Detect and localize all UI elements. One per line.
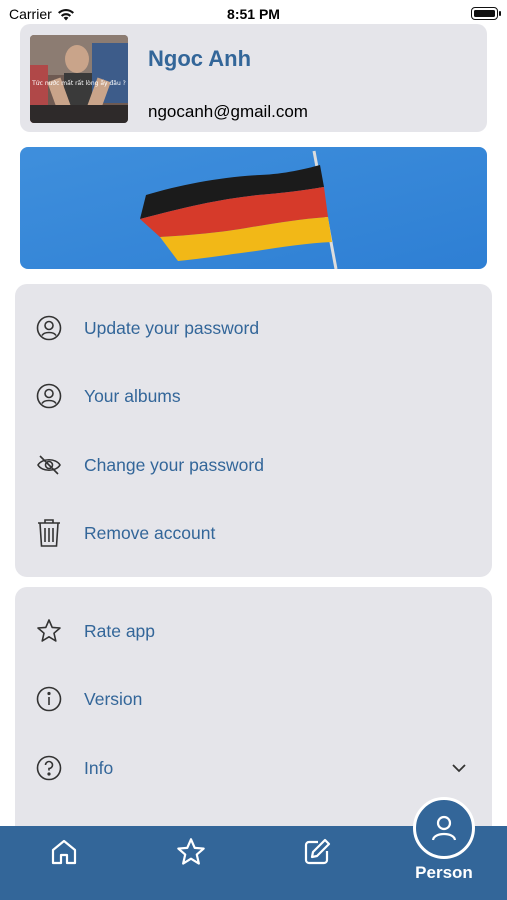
trash-icon [35, 519, 63, 547]
person-circle-icon [35, 314, 63, 342]
person-circle-icon [35, 382, 63, 410]
chevron-down-icon[interactable] [450, 759, 468, 777]
star-icon [35, 617, 63, 645]
menu-item-label: Info [84, 757, 114, 778]
question-circle-icon [35, 754, 63, 782]
account-menu-card: Update your password Your albums Change … [15, 284, 492, 577]
menu-item-label: Remove account [84, 522, 216, 543]
menu-item-update-password[interactable]: Update your password [15, 294, 492, 362]
eye-slash-icon [35, 451, 63, 479]
menu-item-change-password[interactable]: Change your password [15, 431, 492, 499]
person-icon [431, 815, 457, 841]
banner-image [20, 147, 487, 269]
tab-favorites[interactable] [171, 832, 211, 872]
menu-item-label: Your albums [84, 385, 181, 406]
menu-item-version[interactable]: Version [15, 665, 492, 733]
menu-item-label: Update your password [84, 317, 260, 338]
battery-icon [471, 7, 501, 20]
avatar[interactable]: Tức nước mất rất lòng ấy đâu ? [30, 35, 128, 123]
menu-item-label: Version [84, 688, 143, 709]
tab-person[interactable] [413, 797, 475, 859]
profile-name: Ngoc Anh [148, 46, 252, 71]
menu-item-label: Change your password [84, 454, 264, 475]
menu-item-your-albums[interactable]: Your albums [15, 362, 492, 430]
menu-item-label: Rate app [84, 620, 156, 641]
profile-card[interactable]: Tức nước mất rất lòng ấy đâu ? Ngoc Anh … [20, 24, 487, 132]
tab-home[interactable] [44, 832, 84, 872]
avatar-caption: Tức nước mất rất lòng ấy đâu ? [31, 80, 126, 87]
tab-person-label[interactable]: Person [404, 863, 484, 883]
tab-edit[interactable] [297, 832, 337, 872]
menu-item-remove-account[interactable]: Remove account [15, 499, 492, 567]
star-icon [177, 838, 205, 865]
profile-email: ngocanh@gmail.com [148, 102, 308, 121]
menu-item-info[interactable]: Info [15, 734, 492, 802]
info-circle-icon [35, 685, 63, 713]
edit-icon [304, 838, 331, 865]
status-time: 8:51 PM [227, 6, 280, 22]
home-icon [51, 839, 77, 865]
menu-item-rate-app[interactable]: Rate app [15, 597, 492, 665]
